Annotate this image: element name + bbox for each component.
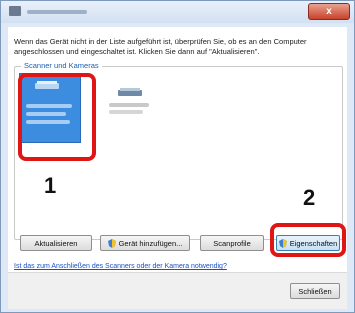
add-device-label: Gerät hinzufügen...	[118, 238, 183, 248]
scan-profiles-button[interactable]: Scanprofile	[200, 235, 264, 251]
scanner-icon-2	[118, 88, 142, 96]
window-title-blurred	[27, 10, 87, 14]
properties-button[interactable]: Eigenschaften	[276, 235, 340, 251]
close-button[interactable]: Schließen	[290, 283, 340, 299]
close-window-button[interactable]: x	[308, 3, 350, 20]
instruction-text: Wenn das Gerät nicht in der Liste aufgef…	[14, 37, 307, 56]
add-device-button[interactable]: Gerät hinzufügen...	[100, 235, 190, 251]
step-number-1: 1	[44, 173, 57, 198]
help-link[interactable]: Ist das zum Anschließen des Scanners ode…	[14, 263, 227, 270]
highlight-marker-1	[18, 73, 96, 161]
dialog-footer: Schließen	[8, 272, 347, 309]
shield-icon-properties	[278, 238, 287, 248]
device2-name-blurred	[109, 103, 149, 107]
shield-icon	[107, 238, 116, 248]
title-bar[interactable]: x	[1, 1, 354, 23]
scanner-app-icon	[9, 6, 21, 16]
refresh-button[interactable]: Aktualisieren	[20, 235, 92, 251]
group-label: Scanner und Kameras	[21, 61, 102, 70]
step-number-2: 2	[303, 185, 316, 210]
device2-name-blurred-line2	[109, 110, 143, 114]
properties-label: Eigenschaften	[289, 238, 338, 248]
dialog-content: Wenn das Gerät nicht in der Liste aufgef…	[8, 27, 347, 309]
device-scanner-2[interactable]	[103, 81, 159, 141]
dialog-window: x Wenn das Gerät nicht in der Liste aufg…	[0, 0, 355, 313]
